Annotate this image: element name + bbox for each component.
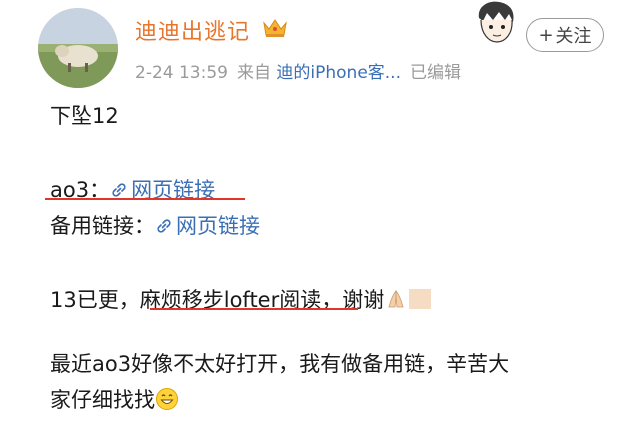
red-underline-2 bbox=[150, 308, 358, 310]
author-name[interactable]: 迪迪出逃记 bbox=[135, 14, 250, 46]
content-line-4: 13已更，麻烦移步lofter阅读，谢谢 bbox=[50, 284, 432, 316]
backup-link-text: 网页链接 bbox=[176, 214, 260, 238]
content-line-5: 最近ao3好像不太好打开，我有做备用链，辛苦大 bbox=[50, 352, 510, 376]
skin-tone-icon bbox=[408, 287, 432, 316]
content-line-backup: 备用链接： 网页链接 bbox=[50, 210, 260, 240]
backup-label: 备用链接： bbox=[50, 214, 155, 238]
post-source[interactable]: 迪的iPhone客... bbox=[276, 63, 401, 83]
author-avatar[interactable] bbox=[38, 8, 118, 88]
crown-icon bbox=[262, 17, 288, 39]
line4-part-a: 13已更， bbox=[50, 288, 140, 312]
follow-label: 关注 bbox=[555, 26, 592, 47]
weibo-post: 迪迪出逃记 2-24 13:59 来自 迪的iPhone客... 已编辑 + 关注 … bbox=[0, 0, 640, 429]
red-underline-1 bbox=[45, 198, 245, 200]
pray-emoji-icon bbox=[384, 287, 408, 316]
link-icon bbox=[155, 216, 173, 240]
cartoon-face-icon bbox=[465, 0, 527, 44]
line6-text: 家仔细找找 bbox=[50, 388, 155, 412]
source-prefix: 来自 bbox=[236, 63, 271, 83]
content-line-1: 下坠12 bbox=[50, 104, 119, 128]
post-time: 2-24 13:59 bbox=[135, 63, 228, 83]
plus-icon: + bbox=[538, 24, 554, 46]
backup-link[interactable]: 网页链接 bbox=[155, 214, 260, 238]
grin-emoji-icon bbox=[155, 387, 179, 416]
edited-label: 已编辑 bbox=[410, 63, 461, 83]
post-meta: 2-24 13:59 来自 迪的iPhone客... 已编辑 bbox=[135, 58, 461, 83]
link-icon bbox=[110, 180, 128, 204]
follow-button[interactable]: + 关注 bbox=[526, 18, 604, 52]
content-line-6: 家仔细找找 bbox=[50, 384, 179, 416]
